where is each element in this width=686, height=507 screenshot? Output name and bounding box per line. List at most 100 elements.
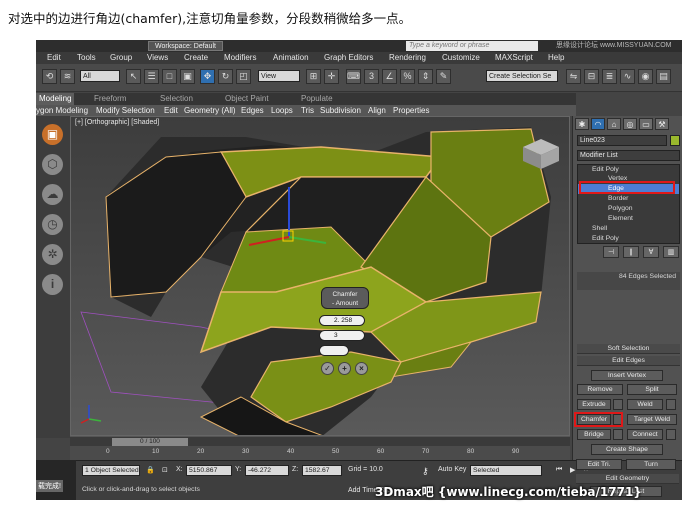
auto-key-button[interactable]: Auto Key [438,466,466,473]
turn-button[interactable]: Turn [626,459,676,470]
tab-object-paint[interactable]: Object Paint [225,94,269,103]
chamfer-amount-field[interactable]: 2. 258 [319,315,365,326]
edit-tri-button[interactable]: Edit Tri. [576,459,622,470]
menu-views[interactable]: Views [147,53,168,62]
key-icon[interactable]: ⚷ [422,466,429,477]
link-icon[interactable]: ⟲ [42,69,57,84]
panel-edit[interactable]: Edit [164,105,178,116]
rollout-soft-selection[interactable]: Soft Selection [577,344,680,354]
motion-tab-icon[interactable]: ◎ [623,118,637,130]
object-color-swatch[interactable] [670,135,680,146]
reference-coordinate-dropdown[interactable]: View [258,70,300,82]
panel-loops[interactable]: Loops [271,105,293,116]
target-weld-button[interactable]: Target Weld [627,414,677,425]
time-slider[interactable]: 0 / 100 [112,438,188,446]
make-unique-icon[interactable]: ∀ [643,246,659,258]
panel-align[interactable]: Align [368,105,386,116]
absolute-mode-icon[interactable]: ⊡ [162,466,168,474]
panel-modify-selection[interactable]: Modify Selection [96,105,155,116]
curve-editor-icon[interactable]: ∿ [620,69,635,84]
z-coordinate-field[interactable]: 1582.67 [302,465,342,476]
workspace-dropdown[interactable]: Workspace: Default [148,41,223,51]
spinner-snap-icon[interactable]: ⇕ [418,69,433,84]
split-button[interactable]: Split [627,384,677,395]
select-by-name-icon[interactable]: ☰ [144,69,159,84]
remove-button[interactable]: Remove [577,384,623,395]
x-coordinate-field[interactable]: 5150.867 [186,465,232,476]
mirror-icon[interactable]: ⇋ [566,69,581,84]
search-input[interactable]: Type a keyword or phrase [406,41,538,51]
align-icon[interactable]: ⊟ [584,69,599,84]
menu-rendering[interactable]: Rendering [389,53,426,62]
menu-customize[interactable]: Customize [442,53,480,62]
render-setup-icon[interactable]: ▤ [656,69,671,84]
angle-snap-icon[interactable]: ∠ [382,69,397,84]
stack-polygon[interactable]: Polygon [578,204,679,214]
menu-group[interactable]: Group [110,53,132,62]
layer-manager-icon[interactable]: ≣ [602,69,617,84]
y-coordinate-field[interactable]: -46.272 [245,465,289,476]
rollout-edit-edges[interactable]: Edit Edges [577,356,680,366]
bridge-settings-button[interactable] [613,429,623,440]
create-icon[interactable]: ▣ [42,124,63,145]
modify-tab-icon[interactable]: ◠ [591,118,605,130]
create-shape-button[interactable]: Create Shape [591,444,663,455]
show-end-result-icon[interactable]: ∥ [623,246,639,258]
connect-button[interactable]: Connect [627,429,663,440]
remove-modifier-icon[interactable]: ▥ [663,246,679,258]
menu-modifiers[interactable]: Modifiers [224,53,256,62]
stack-shell[interactable]: Shell [578,224,679,234]
check-icon[interactable]: ✓ [321,362,334,375]
hierarchy-tab-icon[interactable]: ⌂ [607,118,621,130]
display-tab-icon[interactable]: ▭ [639,118,653,130]
tab-freeform[interactable]: Freeform [94,94,126,103]
lock-icon[interactable]: 🔒 [146,466,155,474]
cancel-x-icon[interactable]: × [355,362,368,375]
bridge-button[interactable]: Bridge [577,429,611,440]
stack-element[interactable]: Element [578,214,679,224]
go-to-start-icon[interactable]: ⏮ [556,466,562,474]
menu-animation[interactable]: Animation [273,53,309,62]
menu-help[interactable]: Help [548,53,564,62]
set-key-filter-dropdown[interactable]: Selected [470,465,542,476]
weld-button[interactable]: Weld [627,399,663,410]
panel-edges[interactable]: Edges [241,105,264,116]
window-crossing-icon[interactable]: ▣ [180,69,195,84]
panel-polygon-modeling[interactable]: ygon Modeling [36,105,88,116]
select-object-icon[interactable]: ↖ [126,69,141,84]
maxscript-listener[interactable]: 载完成! [36,460,76,500]
menu-edit[interactable]: Edit [47,53,61,62]
create-tab-icon[interactable]: ✱ [575,118,589,130]
percent-snap-icon[interactable]: % [400,69,415,84]
perspective-viewport[interactable]: [+] [Orthographic] [Shaded] Chamfer - Am… [70,116,570,436]
tab-populate[interactable]: Populate [301,94,333,103]
track-bar[interactable]: 0 10 20 30 40 50 60 70 80 90 [70,446,570,460]
panel-subdivision[interactable]: Subdivision [320,105,361,116]
connect-settings-button[interactable] [666,429,676,440]
named-selection-set-dropdown[interactable]: Create Selection Se [486,70,558,82]
modifier-list-dropdown[interactable]: Modifier List [577,150,680,161]
pivot-icon[interactable]: ⊞ [306,69,321,84]
selection-filter-dropdown[interactable]: All [80,70,120,82]
panel-tris[interactable]: Tris [301,105,314,116]
menu-maxscript[interactable]: MAXScript [495,53,533,62]
gear-icon[interactable]: ✲ [42,244,63,265]
utilities-tab-icon[interactable]: ⚒ [655,118,669,130]
info-icon[interactable]: i [42,274,63,295]
manipulate-icon[interactable]: ✛ [324,69,339,84]
select-move-icon[interactable]: ✥ [200,69,215,84]
stack-edit-poly-2[interactable]: Edit Poly [578,234,679,244]
tab-selection[interactable]: Selection [160,94,193,103]
insert-vertex-button[interactable]: Insert Vertex [591,370,663,381]
menu-tools[interactable]: Tools [77,53,96,62]
weld-settings-button[interactable] [666,399,676,410]
pin-stack-icon[interactable]: ⊣ [603,246,619,258]
panel-properties[interactable]: Properties [393,105,429,116]
chamfer-option-toggle[interactable] [319,345,349,356]
viewport-label[interactable]: [+] [Orthographic] [Shaded] [75,119,159,126]
extrude-settings-button[interactable] [613,399,623,410]
panel-geometry-all[interactable]: Geometry (All) [184,105,236,116]
chamfer-segments-field[interactable]: 3 [319,330,365,341]
tab-modeling[interactable]: Modeling [36,93,75,105]
stack-border[interactable]: Border [578,194,679,204]
